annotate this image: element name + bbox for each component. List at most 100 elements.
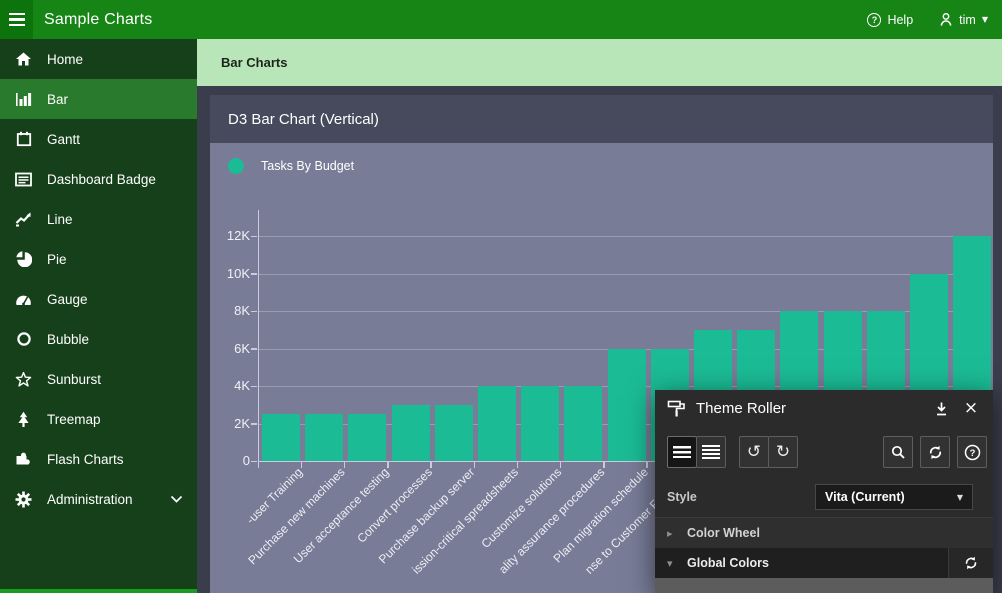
bar[interactable] — [262, 414, 300, 461]
y-axis-tick-label: 8K — [210, 303, 250, 318]
sidebar-item-gantt[interactable]: Gantt — [0, 119, 197, 159]
x-axis-tick — [430, 461, 432, 468]
download-icon[interactable] — [931, 399, 951, 419]
sidebar-item-label: Line — [47, 212, 73, 227]
sidebar-item-label: Bubble — [47, 332, 89, 347]
y-axis-tick — [251, 348, 257, 350]
sidebar-item-line[interactable]: Line — [0, 199, 197, 239]
sync-icon[interactable] — [948, 548, 993, 578]
section-label: Global Colors — [687, 556, 769, 570]
x-axis-tick — [258, 461, 260, 468]
x-axis-tick — [344, 461, 346, 468]
chart-panel-header: D3 Bar Chart (Vertical) — [210, 95, 993, 143]
style-dropdown-value: Vita (Current) — [825, 490, 957, 504]
sidebar-item-pie[interactable]: Pie — [0, 239, 197, 279]
help-button[interactable]: ? Help — [867, 13, 913, 27]
x-axis-tick — [474, 461, 476, 468]
top-bar: Sample Charts ? Help tim ▼ — [0, 0, 1002, 39]
line-chart-icon — [15, 211, 32, 228]
puzzle-icon — [15, 451, 32, 468]
chart-legend[interactable]: Tasks By Budget — [228, 158, 354, 174]
bar[interactable] — [392, 405, 430, 461]
bubble-icon — [15, 331, 32, 348]
home-icon — [15, 51, 32, 68]
bar[interactable] — [521, 386, 559, 461]
sidebar: Home Bar GanttDashboard Badge Line Pie Gauge B… — [0, 39, 197, 593]
theme-roller-panel: Theme Roller × ↺ ↻ ? — [655, 390, 993, 593]
pie-chart-icon — [15, 251, 32, 268]
y-axis-tick — [251, 423, 257, 425]
app-window: Sample Charts ? Help tim ▼ HomeBarGanttD… — [0, 0, 1002, 593]
help-circle-icon[interactable]: ? — [957, 436, 987, 468]
user-menu[interactable]: tim ▼ — [939, 12, 988, 27]
sidebar-item-treemap[interactable]: Treemap — [0, 399, 197, 439]
x-axis-tick — [603, 461, 605, 468]
gear-icon — [15, 491, 32, 508]
svg-text:?: ? — [969, 448, 975, 459]
bar[interactable] — [435, 405, 473, 461]
theme-roller-toolbar: ↺ ↻ ? — [655, 427, 993, 477]
breadcrumb: Bar Charts — [197, 39, 1002, 86]
y-axis-tick-label: 4K — [210, 378, 250, 393]
y-axis-tick — [251, 273, 257, 275]
x-axis-label: Customize solutions — [478, 465, 564, 551]
y-axis-tick-label: 12K — [210, 228, 250, 243]
sidebar-item-dashboard-badge[interactable]: Dashboard Badge — [0, 159, 197, 199]
style-label: Style — [667, 490, 697, 504]
close-icon[interactable]: × — [961, 399, 981, 419]
bar-chart-icon — [15, 91, 32, 108]
page-title: Bar Charts — [221, 55, 287, 70]
search-icon[interactable] — [883, 436, 913, 468]
theme-roller-header: Theme Roller × — [655, 390, 993, 427]
sidebar-item-label: Administration — [47, 492, 133, 507]
gridline — [258, 236, 988, 237]
chevron-down-icon: ▾ — [667, 557, 677, 570]
sidebar-item-gauge[interactable]: Gauge — [0, 279, 197, 319]
sidebar-item-bubble[interactable]: Bubble — [0, 319, 197, 359]
x-axis-tick — [560, 461, 562, 468]
sidebar-item-label: Home — [47, 52, 83, 67]
sync-icon[interactable] — [920, 436, 950, 468]
y-axis-tick — [251, 311, 257, 313]
bar[interactable] — [608, 349, 646, 462]
sunburst-icon — [15, 371, 32, 388]
section-color-wheel[interactable]: ▸ Color Wheel — [655, 517, 993, 548]
x-axis-tick — [517, 461, 519, 468]
bar[interactable] — [564, 386, 602, 461]
sidebar-item-label: Flash Charts — [47, 452, 124, 467]
chevron-down-icon — [170, 495, 183, 504]
style-dropdown[interactable]: Vita (Current) ▼ — [815, 484, 973, 510]
hamburger-icon[interactable] — [0, 0, 33, 39]
bar[interactable] — [348, 414, 386, 461]
legend-label: Tasks By Budget — [261, 159, 354, 173]
sidebar-item-label: Gauge — [47, 292, 88, 307]
y-axis-tick-label: 6K — [210, 341, 250, 356]
sidebar-item-flash-charts[interactable]: Flash Charts — [0, 439, 197, 479]
bar[interactable] — [305, 414, 343, 461]
bar[interactable] — [478, 386, 516, 461]
sidebar-item-label: Bar — [47, 92, 68, 107]
x-axis-label: Convert processes — [354, 465, 435, 546]
y-axis-tick — [251, 386, 257, 388]
spread-list-icon[interactable] — [696, 436, 726, 468]
sidebar-item-home[interactable]: Home — [0, 39, 197, 79]
gauge-icon — [15, 291, 32, 308]
x-axis-tick — [301, 461, 303, 468]
style-row: Style Vita (Current) ▼ — [655, 477, 993, 517]
calendar-icon — [15, 131, 32, 148]
y-axis-tick-label: 10K — [210, 266, 250, 281]
help-label: Help — [887, 13, 913, 27]
gridline — [258, 274, 988, 275]
paint-roller-icon — [667, 399, 686, 418]
dashboard-badge-icon — [15, 171, 32, 188]
legend-marker — [228, 158, 244, 174]
sidebar-item-bar[interactable]: Bar — [0, 79, 197, 119]
undo-icon[interactable]: ↺ — [739, 436, 769, 468]
sidebar-bottom-strip — [0, 589, 197, 593]
sidebar-item-label: Sunburst — [47, 372, 101, 387]
section-global-colors[interactable]: ▾ Global Colors — [655, 548, 993, 578]
compact-list-icon[interactable] — [667, 436, 697, 468]
redo-icon[interactable]: ↻ — [768, 436, 798, 468]
sidebar-item-sunburst[interactable]: Sunburst — [0, 359, 197, 399]
sidebar-item-administration[interactable]: Administration — [0, 479, 197, 519]
